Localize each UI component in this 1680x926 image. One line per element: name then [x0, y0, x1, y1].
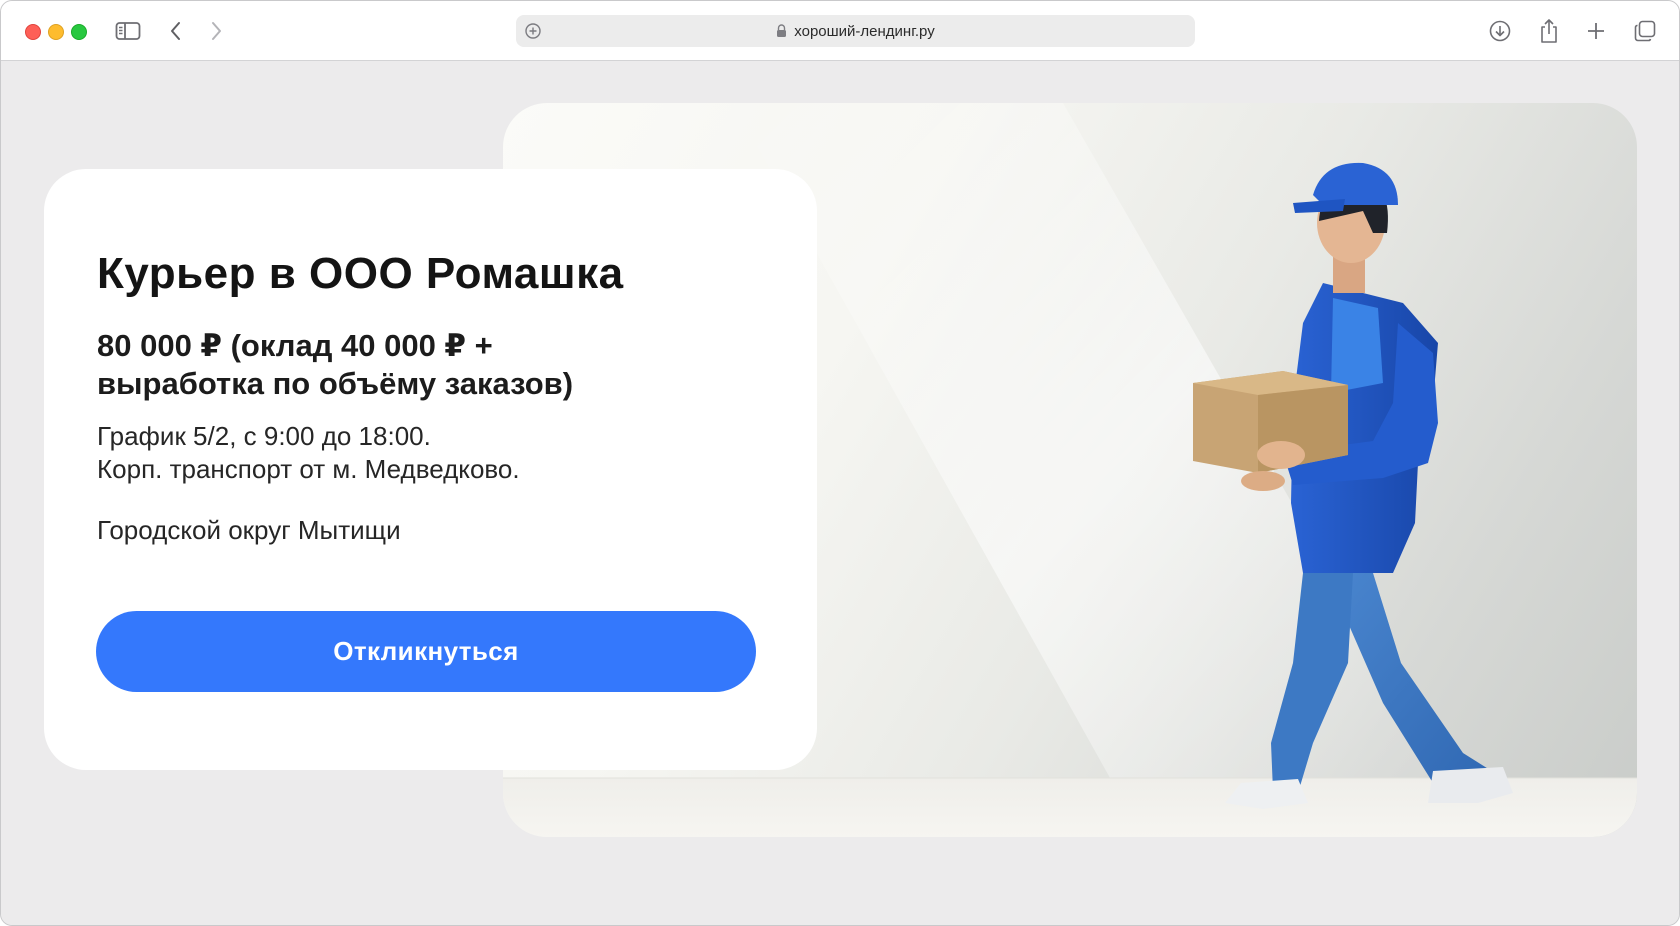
vacancy-salary: 80 000 ₽ (оклад 40 000 ₽ + выработка по …: [97, 328, 574, 401]
share-icon[interactable]: [1535, 17, 1563, 45]
lock-icon: [776, 24, 787, 38]
download-icon[interactable]: [1486, 17, 1514, 45]
new-tab-icon[interactable]: [1582, 17, 1610, 45]
apply-button[interactable]: Откликнуться: [96, 611, 756, 692]
sidebar-icon[interactable]: [114, 17, 142, 45]
vacancy-card: Курьер в ООО Ромашка 80 000 ₽ (оклад 40 …: [44, 169, 817, 770]
page-content: Курьер в ООО Ромашка 80 000 ₽ (оклад 40 …: [1, 61, 1679, 925]
vacancy-title: Курьер в ООО Ромашка: [97, 249, 624, 298]
minimize-window-button[interactable]: [48, 24, 64, 40]
browser-toolbar: хороший-лендинг.ру: [1, 1, 1679, 61]
vacancy-transport: Корп. транспорт от м. Медведково.: [97, 454, 520, 484]
tabs-overview-icon[interactable]: [1631, 17, 1659, 45]
zoom-window-button[interactable]: [71, 24, 87, 40]
address-bar[interactable]: хороший-лендинг.ру: [516, 15, 1195, 47]
close-window-button[interactable]: [25, 24, 41, 40]
forward-icon[interactable]: [202, 17, 230, 45]
vacancy-schedule: График 5/2, с 9:00 до 18:00.: [97, 421, 431, 451]
vacancy-details: График 5/2, с 9:00 до 18:00. Корп. транс…: [97, 420, 520, 486]
back-icon[interactable]: [162, 17, 190, 45]
url-text: хороший-лендинг.ру: [794, 22, 935, 40]
browser-window: хороший-лендинг.ру Курьер в ООО Ромашка …: [0, 0, 1680, 926]
vacancy-location: Городской округ Мытищи: [97, 515, 401, 545]
